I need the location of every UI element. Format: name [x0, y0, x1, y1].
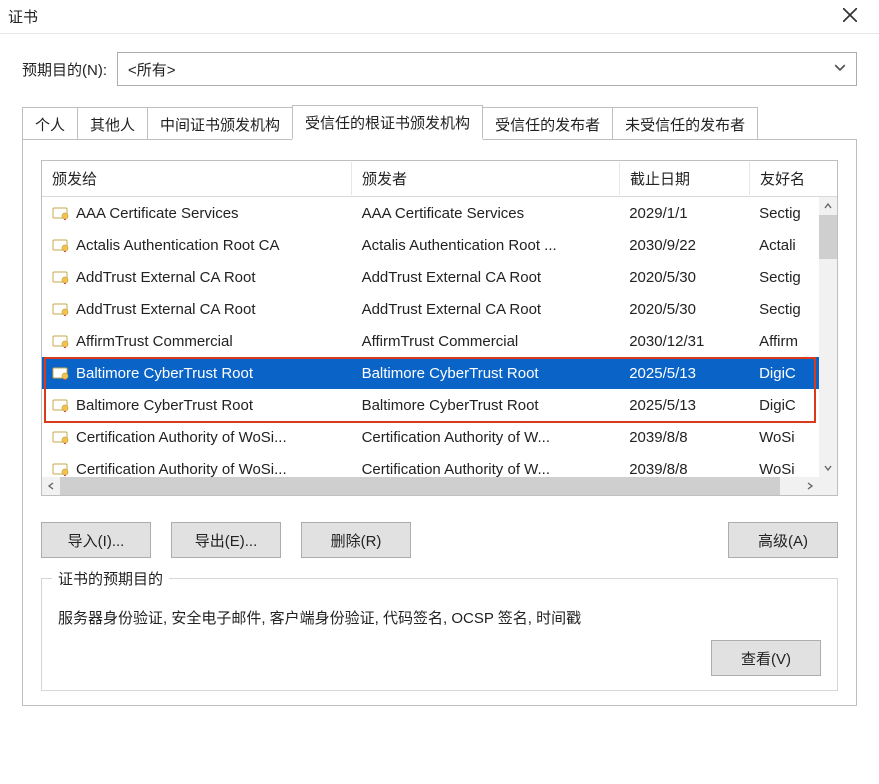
- table-row[interactable]: Certification Authority of WoSi... Certif…: [42, 421, 819, 453]
- vertical-scroll-track[interactable]: [819, 259, 837, 459]
- tab-trusted-publishers[interactable]: 受信任的发布者: [482, 107, 613, 140]
- horizontal-scrollbar[interactable]: [42, 477, 819, 495]
- table-row[interactable]: AffirmTrust Commercial AffirmTrust Commer…: [42, 325, 819, 357]
- cell-friendly: DigiC: [759, 397, 796, 414]
- close-icon: [843, 8, 857, 26]
- certificate-icon: [52, 270, 70, 284]
- cell-expiry: 2039/8/8: [629, 461, 687, 478]
- table-row[interactable]: Certification Authority of WoSi... Certif…: [42, 453, 819, 477]
- certificate-icon: [52, 238, 70, 252]
- cell-issued-to: AffirmTrust Commercial: [76, 333, 233, 350]
- table-row[interactable]: Actalis Authentication Root CA Actalis Au…: [42, 229, 819, 261]
- certificate-list[interactable]: 颁发给 颁发者 截止日期 友好名 AAA Certificate Service…: [41, 160, 838, 496]
- cell-issuer: Actalis Authentication Root ...: [362, 237, 557, 254]
- close-button[interactable]: [827, 0, 873, 33]
- tab-strip: 个人 其他人 中间证书颁发机构 受信任的根证书颁发机构 受信任的发布者 未受信任…: [22, 104, 857, 139]
- cell-issuer: AffirmTrust Commercial: [362, 333, 519, 350]
- cell-expiry: 2030/9/22: [629, 237, 696, 254]
- cell-issued-to: Actalis Authentication Root CA: [76, 237, 279, 254]
- scroll-right-arrow-icon[interactable]: [801, 477, 819, 495]
- cell-friendly: Sectig: [759, 301, 801, 318]
- certificate-icon: [52, 430, 70, 444]
- cell-expiry: 2029/1/1: [629, 205, 687, 222]
- cell-friendly: Sectig: [759, 269, 801, 286]
- col-expiry[interactable]: 截止日期: [620, 162, 750, 195]
- vertical-scrollbar[interactable]: [819, 197, 837, 477]
- tab-untrusted-publishers[interactable]: 未受信任的发布者: [612, 107, 758, 140]
- tab-intermediate-ca[interactable]: 中间证书颁发机构: [147, 107, 293, 140]
- tab-trusted-root-ca[interactable]: 受信任的根证书颁发机构: [292, 105, 483, 140]
- horizontal-scroll-track[interactable]: [780, 477, 801, 495]
- cell-issued-to: AddTrust External CA Root: [76, 269, 256, 286]
- scroll-corner: [819, 477, 837, 495]
- cell-issued-to: AddTrust External CA Root: [76, 301, 256, 318]
- tab-other-people[interactable]: 其他人: [77, 107, 148, 140]
- chevron-down-icon: [834, 61, 846, 78]
- cell-issued-to: Certification Authority of WoSi...: [76, 461, 287, 478]
- cell-issuer: Certification Authority of W...: [362, 429, 550, 446]
- scroll-down-arrow-icon[interactable]: [819, 459, 837, 477]
- cell-issued-to: Baltimore CyberTrust Root: [76, 365, 253, 382]
- button-row: 导入(I)... 导出(E)... 删除(R) 高级(A): [41, 522, 838, 558]
- table-row[interactable]: Baltimore CyberTrust Root Baltimore Cyber…: [42, 357, 819, 389]
- table-row[interactable]: Baltimore CyberTrust Root Baltimore Cyber…: [42, 389, 819, 421]
- cell-issued-to: Certification Authority of WoSi...: [76, 429, 287, 446]
- cell-expiry: 2025/5/13: [629, 397, 696, 414]
- title-bar: 证书: [0, 0, 879, 34]
- export-button[interactable]: 导出(E)...: [171, 522, 281, 558]
- scroll-left-arrow-icon[interactable]: [42, 477, 60, 495]
- certificate-purposes-group: 证书的预期目的 服务器身份验证, 安全电子邮件, 客户端身份验证, 代码签名, …: [41, 578, 838, 691]
- intended-purpose-dropdown[interactable]: <所有>: [117, 52, 857, 86]
- cell-expiry: 2039/8/8: [629, 429, 687, 446]
- table-row[interactable]: AddTrust External CA Root AddTrust Extern…: [42, 261, 819, 293]
- advanced-button[interactable]: 高级(A): [728, 522, 838, 558]
- cell-friendly: Actali: [759, 237, 796, 254]
- table-row[interactable]: AAA Certificate Services AAA Certificate …: [42, 197, 819, 229]
- cell-issuer: AddTrust External CA Root: [362, 301, 542, 318]
- intended-purpose-row: 预期目的(N): <所有>: [22, 52, 857, 86]
- view-button[interactable]: 查看(V): [711, 640, 821, 676]
- list-header: 颁发给 颁发者 截止日期 友好名: [42, 161, 837, 197]
- col-issuer[interactable]: 颁发者: [352, 162, 620, 195]
- cell-friendly: WoSi: [759, 461, 795, 478]
- cell-issuer: Baltimore CyberTrust Root: [362, 365, 539, 382]
- certificate-icon: [52, 398, 70, 412]
- scroll-up-arrow-icon[interactable]: [819, 197, 837, 215]
- vertical-scroll-thumb[interactable]: [819, 215, 837, 259]
- col-issued-to[interactable]: 颁发给: [42, 162, 352, 195]
- intended-purpose-label: 预期目的(N):: [22, 59, 107, 80]
- certificate-icon: [52, 206, 70, 220]
- cell-issued-to: AAA Certificate Services: [76, 205, 239, 222]
- tab-personal[interactable]: 个人: [22, 107, 78, 140]
- cell-friendly: WoSi: [759, 429, 795, 446]
- cell-expiry: 2020/5/30: [629, 269, 696, 286]
- cell-expiry: 2025/5/13: [629, 365, 696, 382]
- delete-button[interactable]: 删除(R): [301, 522, 411, 558]
- group-legend: 证书的预期目的: [52, 568, 169, 589]
- certificate-icon: [52, 462, 70, 476]
- cell-friendly: DigiC: [759, 365, 796, 382]
- certificate-icon: [52, 302, 70, 316]
- table-row[interactable]: AddTrust External CA Root AddTrust Extern…: [42, 293, 819, 325]
- cell-friendly: Sectig: [759, 205, 801, 222]
- list-body: AAA Certificate Services AAA Certificate …: [42, 197, 819, 477]
- cell-issuer: AddTrust External CA Root: [362, 269, 542, 286]
- import-button[interactable]: 导入(I)...: [41, 522, 151, 558]
- horizontal-scroll-thumb[interactable]: [60, 477, 780, 495]
- window-title: 证书: [6, 6, 827, 27]
- col-friendly-name[interactable]: 友好名: [750, 162, 820, 195]
- cell-expiry: 2030/12/31: [629, 333, 704, 350]
- cell-issuer: Baltimore CyberTrust Root: [362, 397, 539, 414]
- cell-issued-to: Baltimore CyberTrust Root: [76, 397, 253, 414]
- dropdown-selected: <所有>: [128, 59, 846, 80]
- certificate-icon: [52, 366, 70, 380]
- purposes-text: 服务器身份验证, 安全电子邮件, 客户端身份验证, 代码签名, OCSP 签名,…: [58, 607, 821, 628]
- cell-expiry: 2020/5/30: [629, 301, 696, 318]
- certificate-icon: [52, 334, 70, 348]
- cell-friendly: Affirm: [759, 333, 798, 350]
- cell-issuer: Certification Authority of W...: [362, 461, 550, 478]
- cell-issuer: AAA Certificate Services: [362, 205, 525, 222]
- tab-panel: 颁发给 颁发者 截止日期 友好名 AAA Certificate Service…: [22, 139, 857, 706]
